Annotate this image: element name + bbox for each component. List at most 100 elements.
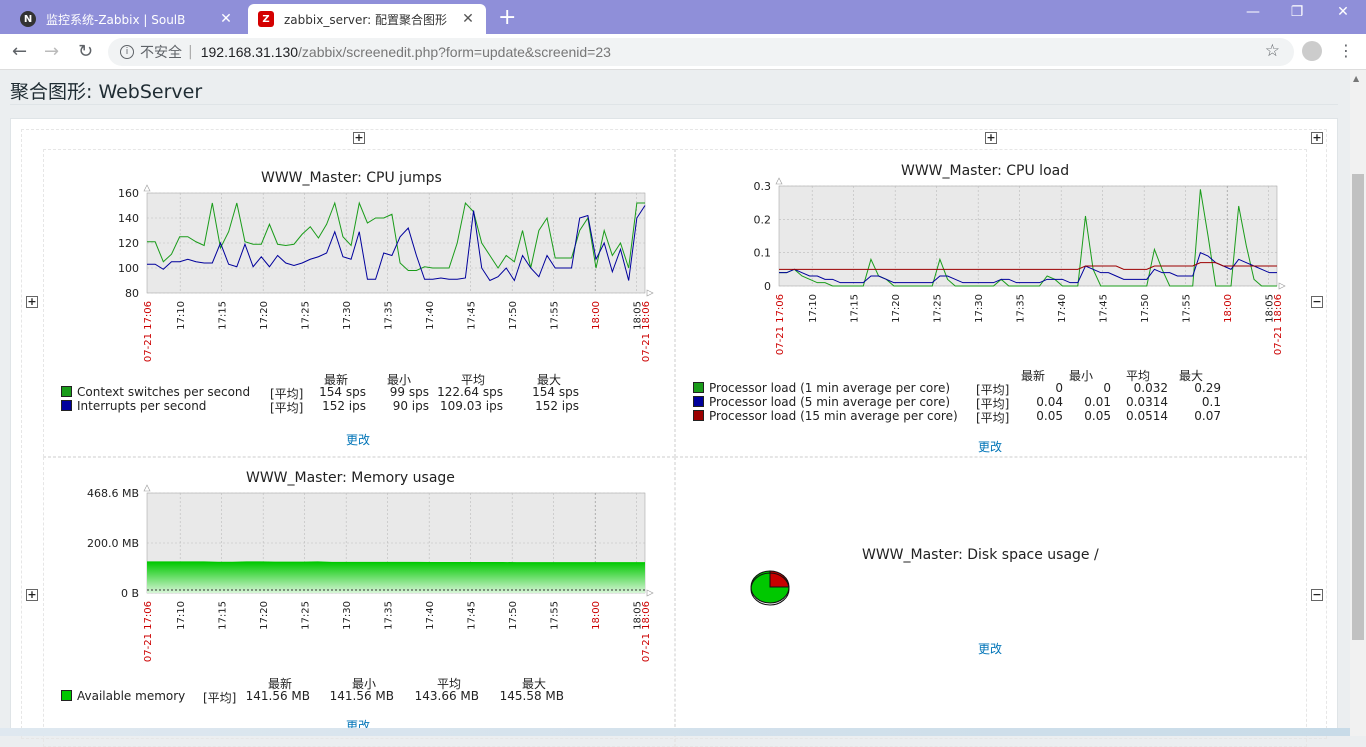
add-row-button[interactable]: +	[26, 589, 38, 601]
x-tick-label: 17:15	[218, 301, 229, 330]
close-window-icon[interactable]: ✕	[1320, 4, 1366, 20]
series-area	[147, 561, 645, 593]
legend-value: 154 sps	[532, 385, 579, 399]
x-axis-arrow	[1278, 282, 1286, 290]
x-tick-label: 17:35	[1016, 294, 1027, 323]
browser-menu-icon[interactable]: ⋮	[1338, 41, 1354, 60]
close-tab-icon[interactable]: ✕	[460, 11, 476, 27]
minimize-icon[interactable]: —	[1230, 4, 1276, 20]
legend-value: 99 sps	[389, 385, 429, 399]
x-tick-label: 17:55	[550, 601, 561, 630]
scroll-up-icon[interactable]: ▲	[1353, 74, 1359, 83]
browser-tab-zabbix[interactable]: Z zabbix_server: 配置聚合图形 ✕	[248, 4, 486, 34]
x-tick-label: 17:40	[425, 301, 436, 330]
x-tick-label: 17:30	[342, 601, 353, 630]
separator: |	[188, 44, 193, 60]
legend-series-name: Processor load (1 min average per core)	[709, 381, 951, 395]
graph-title-disk: WWW_Master: Disk space usage /	[862, 547, 1099, 563]
x-tick-label: 17:55	[1182, 294, 1193, 323]
y-tick-label: 80	[125, 287, 139, 300]
x-tick-label: 18:00	[591, 601, 602, 630]
y-tick-label: 0.1	[754, 247, 772, 260]
x-tick-label: 17:15	[850, 294, 861, 323]
scroll-thumb[interactable]	[1352, 174, 1364, 640]
cpu-load-chart: 0.3 0.2 0.1 0 17:10 17:15 17:20 17:25 17:30 17:35…	[754, 177, 1286, 355]
profile-avatar[interactable]	[1302, 41, 1322, 61]
legend-swatch	[61, 386, 72, 397]
zabbix-favicon-icon: Z	[258, 11, 274, 27]
memory-chart: 468.6 MB 200.0 MB 0 B 17:10 17:15 17:20 17:25 1…	[87, 484, 654, 662]
x-end-label: 07-21 18:06	[641, 601, 652, 662]
cpu-jumps-legend: 最新 最小 平均 最大 Context switches per second [平均] 1…	[61, 371, 661, 421]
y-axis-arrow	[143, 184, 151, 192]
page-scrollbar[interactable]: ▲	[1350, 70, 1366, 736]
legend-value: 145.58 MB	[499, 689, 564, 703]
x-end-label: 07-21 18:06	[641, 301, 652, 362]
legend-series-name: Interrupts per second	[77, 399, 207, 413]
tab-title: 监控系统-Zabbix | SoulB	[46, 12, 186, 27]
x-tick-label: 17:25	[301, 301, 312, 330]
address-bar[interactable]: i 不安全 | 192.168.31.130/zabbix/screenedit…	[108, 38, 1294, 66]
legend-value: 122.64 sps	[437, 385, 503, 399]
new-tab-icon[interactable]: +	[498, 5, 516, 30]
legend-series-name: Processor load (15 min average per core)	[709, 409, 958, 423]
close-tab-icon[interactable]: ✕	[218, 11, 234, 27]
x-tick-label: 17:50	[508, 301, 519, 330]
x-tick-label: 17:45	[467, 301, 478, 330]
y-tick-label: 160	[118, 187, 139, 200]
x-tick-label: 17:35	[384, 301, 395, 330]
y-axis-arrow	[775, 177, 783, 185]
y-tick-label: 140	[118, 212, 139, 225]
change-link[interactable]: 更改	[346, 431, 370, 448]
forward-arrow-icon[interactable]: →	[44, 41, 59, 62]
x-tick-label: 17:50	[1140, 294, 1151, 323]
browser-tab-strip: N 监控系统-Zabbix | SoulB ✕ Z zabbix_server:…	[0, 0, 1366, 34]
add-row-button[interactable]: +	[26, 296, 38, 308]
x-axis-arrow	[646, 289, 654, 297]
info-icon[interactable]: i	[120, 45, 134, 59]
x-tick-label: 17:55	[550, 301, 561, 330]
x-tick-label: 17:45	[1099, 294, 1110, 323]
restore-icon[interactable]: ❐	[1274, 4, 1320, 20]
browser-toolbar: ← → ↻ i 不安全 | 192.168.31.130/zabbix/scre…	[0, 34, 1366, 70]
legend-value: 141.56 MB	[329, 689, 394, 703]
title-divider	[10, 104, 1338, 105]
x-start-label: 07-21 17:06	[143, 601, 154, 662]
add-column-button[interactable]: +	[1311, 132, 1323, 144]
x-tick-label: 18:00	[1223, 294, 1234, 323]
y-tick-label: 0 B	[121, 587, 139, 600]
legend-value: 0.1	[1201, 395, 1221, 409]
x-tick-label: 17:10	[176, 301, 187, 330]
add-column-button[interactable]: +	[985, 132, 997, 144]
y-tick-label: 468.6 MB	[87, 487, 139, 500]
legend-value: 152 ips	[535, 399, 579, 413]
legend-series-name: Available memory	[77, 689, 186, 703]
x-tick-label: 18:00	[591, 301, 602, 330]
browser-tab-soulb[interactable]: N 监控系统-Zabbix | SoulB ✕	[10, 4, 244, 34]
disk-pie-chart	[750, 570, 790, 606]
cpu-jumps-chart: 160 140 120 100 80 17:10 17:15 17:20 17:25 17:30 1…	[118, 184, 654, 362]
change-link[interactable]: 更改	[978, 640, 1002, 657]
legend-value: 109.03 ips	[439, 399, 503, 413]
x-tick-label: 17:40	[425, 601, 436, 630]
url-text[interactable]: 192.168.31.130/zabbix/screenedit.php?for…	[201, 44, 611, 60]
x-tick-label: 17:45	[467, 601, 478, 630]
legend-value: 90 ips	[392, 399, 429, 413]
x-axis-arrow	[646, 589, 654, 597]
change-link[interactable]: 更改	[978, 438, 1002, 455]
legend-swatch	[61, 690, 72, 701]
reload-icon[interactable]: ↻	[78, 41, 93, 62]
x-tick-label: 17:30	[974, 294, 985, 323]
x-tick-label: 17:20	[891, 294, 902, 323]
add-column-button[interactable]: +	[353, 132, 365, 144]
notion-favicon-icon: N	[20, 11, 36, 27]
legend-value: 0.29	[1194, 381, 1221, 395]
legend-value: 143.66 MB	[414, 689, 479, 703]
back-arrow-icon[interactable]: ←	[12, 41, 27, 62]
x-tick-label: 17:50	[508, 601, 519, 630]
remove-row-button[interactable]: −	[1311, 589, 1323, 601]
legend-swatch	[693, 410, 704, 421]
bookmark-star-icon[interactable]: ☆	[1265, 41, 1280, 61]
x-tick-label: 17:10	[176, 601, 187, 630]
legend-series-name: Processor load (5 min average per core)	[709, 395, 951, 409]
